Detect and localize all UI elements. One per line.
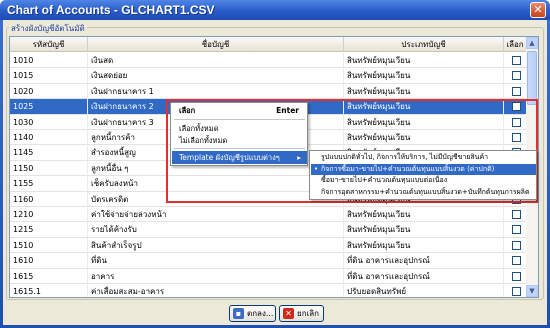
cell-code: 1215 bbox=[10, 222, 88, 238]
menu-separator bbox=[174, 148, 305, 149]
scroll-down-icon[interactable]: ▼ bbox=[526, 285, 538, 297]
x-icon: ✕ bbox=[283, 308, 294, 319]
cell-code: 1150 bbox=[10, 160, 88, 176]
cell-name: เงินสดย่อย bbox=[88, 68, 344, 84]
cell-code: 1210 bbox=[10, 207, 88, 222]
select-checkbox[interactable] bbox=[512, 256, 521, 266]
select-checkbox[interactable] bbox=[512, 71, 521, 81]
cell-code: 1140 bbox=[10, 130, 88, 145]
save-icon: ▪ bbox=[233, 308, 244, 319]
table-row[interactable]: 1610 ที่ดิน ที่ดิน อาคารและอุปกรณ์ bbox=[10, 253, 527, 269]
submenu-item-general[interactable]: รูปแบบปกติทั่วไป, กิจการให้บริการ, ไม่มี… bbox=[311, 152, 536, 164]
cell-code: 1615.1 bbox=[10, 284, 88, 297]
grid-header: รหัสบัญชี ชื่อบัญชี ประเภทบัญชี เลือก bbox=[10, 37, 527, 52]
select-checkbox[interactable] bbox=[512, 133, 521, 142]
cell-type: สินทรัพย์หมุนเวียน bbox=[344, 68, 504, 84]
cancel-button[interactable]: ✕ ยกเลิก bbox=[279, 305, 324, 322]
table-row[interactable]: 1010 เงินสด สินทรัพย์หมุนเวียน bbox=[10, 53, 527, 69]
title-bar[interactable]: Chart of Accounts - GLCHART1.CSV ✕ bbox=[0, 0, 550, 20]
table-row[interactable]: 1215 รายได้ค้างรับ สินทรัพย์หมุนเวียน bbox=[10, 222, 527, 238]
table-row[interactable]: 1510 สินค้าสำเร็จรูป สินทรัพย์หมุนเวียน bbox=[10, 237, 527, 254]
cell-code: 1510 bbox=[10, 237, 88, 253]
submenu-item-label: กิจการอุตสาหกรรม+คำนวณต้นทุนแบบสิ้นงวด+บ… bbox=[321, 187, 530, 196]
submenu-item-trading-periodic[interactable]: • กิจการซื้อมา-ขายไป+คำนวณต้นทุนแบบสิ้นง… bbox=[311, 163, 536, 175]
cell-name: สินค้าสำเร็จรูป bbox=[88, 237, 344, 253]
submenu-item-label: กิจการซื้อมา-ขายไป+คำนวณต้นทุนแบบสิ้นงวด… bbox=[321, 164, 495, 173]
checked-bullet-icon: • bbox=[314, 164, 319, 173]
window-title: Chart of Accounts - GLCHART1.CSV bbox=[7, 3, 215, 17]
menu-item-select[interactable]: เลือก Enter bbox=[172, 104, 307, 117]
table-row[interactable]: 1615 อาคาร ที่ดิน อาคารและอุปกรณ์ bbox=[10, 268, 527, 284]
select-checkbox[interactable] bbox=[512, 102, 521, 112]
cell-type: สินทรัพย์หมุนเวียน bbox=[344, 130, 504, 145]
context-menu: เลือก Enter เลือกทั้งหมด ไม่เลือกทั้งหมด… bbox=[170, 102, 308, 166]
cell-type: สินทรัพย์หมุนเวียน bbox=[344, 114, 504, 130]
header-select[interactable]: เลือก bbox=[504, 37, 527, 52]
submenu-item-trading-perpetual[interactable]: ซื้อมา-ขายไป+คำนวณต้นทุนแบบต่อเนื่อง bbox=[311, 175, 536, 187]
cancel-button-label: ยกเลิก bbox=[297, 309, 320, 318]
submenu-item-label: รูปแบบปกติทั่วไป, กิจการให้บริการ, ไม่มี… bbox=[321, 153, 489, 161]
cell-code: 1160 bbox=[10, 191, 88, 207]
cell-name: ค่าเสื่อมสะสม-อาคาร bbox=[88, 284, 344, 297]
submenu-arrow-icon: ▸ bbox=[297, 153, 301, 162]
cell-type: สินทรัพย์หมุนเวียน bbox=[344, 83, 504, 99]
ok-button-label: ตกลง... bbox=[247, 309, 274, 318]
cell-name: เงินสด bbox=[88, 53, 344, 68]
table-row[interactable]: 1020 เงินฝากธนาคาร 1 สินทรัพย์หมุนเวียน bbox=[10, 83, 527, 100]
close-icon: ✕ bbox=[533, 3, 543, 16]
cell-code: 1025 bbox=[10, 99, 88, 115]
cell-name: รายได้ค้างรับ bbox=[88, 222, 344, 238]
scroll-up-icon[interactable]: ▲ bbox=[526, 37, 538, 49]
cell-type: ที่ดิน อาคารและอุปกรณ์ bbox=[344, 268, 504, 284]
select-checkbox[interactable] bbox=[512, 225, 521, 235]
submenu-item-manufacturing[interactable]: กิจการอุตสาหกรรม+คำนวณต้นทุนแบบสิ้นงวด+บ… bbox=[311, 187, 536, 199]
cell-code: 1010 bbox=[10, 53, 88, 68]
cell-type: ที่ดิน อาคารและอุปกรณ์ bbox=[344, 253, 504, 269]
cell-code: 1155 bbox=[10, 176, 88, 192]
cell-code: 1020 bbox=[10, 83, 88, 99]
cell-code: 1615 bbox=[10, 268, 88, 284]
cell-name: บัตรเครดิต bbox=[88, 191, 344, 207]
cell-type: สินทรัพย์หมุนเวียน bbox=[344, 207, 504, 222]
cell-type: ปรับยอดสินทรัพย์ bbox=[344, 284, 504, 297]
header-code[interactable]: รหัสบัญชี bbox=[10, 37, 88, 52]
menu-separator bbox=[174, 119, 305, 120]
submenu-item-label: ซื้อมา-ขายไป+คำนวณต้นทุนแบบต่อเนื่อง bbox=[321, 176, 448, 184]
header-type[interactable]: ประเภทบัญชี bbox=[344, 37, 504, 52]
cell-code: 1145 bbox=[10, 145, 88, 161]
cell-code: 1015 bbox=[10, 68, 88, 84]
table-row[interactable]: 1615.1 ค่าเสื่อมสะสม-อาคาร ปรับยอดสินทรัพย… bbox=[10, 284, 527, 297]
close-button[interactable]: ✕ bbox=[530, 2, 546, 18]
menu-item-deselect-all[interactable]: ไม่เลือกทั้งหมด bbox=[172, 134, 307, 147]
select-checkbox[interactable] bbox=[512, 86, 521, 96]
header-name[interactable]: ชื่อบัญชี bbox=[88, 37, 344, 52]
cell-name: ที่ดิน bbox=[88, 253, 344, 269]
ok-button[interactable]: ▪ ตกลง... bbox=[229, 305, 276, 322]
menu-item-template-label: Template ผังบัญชีรูปแบบต่างๆ bbox=[179, 153, 280, 162]
scroll-thumb[interactable] bbox=[527, 51, 537, 105]
cell-code: 1610 bbox=[10, 253, 88, 269]
cell-code: 1030 bbox=[10, 114, 88, 130]
cell-name: เช็ครับลงหน้า bbox=[88, 176, 344, 192]
menu-item-select-shortcut: Enter bbox=[276, 106, 299, 115]
group-caption: สร้างผังบัญชีอัตโนมัติ bbox=[9, 22, 87, 35]
template-submenu: รูปแบบปกติทั่วไป, กิจการให้บริการ, ไม่มี… bbox=[309, 150, 537, 200]
select-checkbox[interactable] bbox=[512, 271, 521, 281]
select-checkbox[interactable] bbox=[512, 240, 521, 250]
select-checkbox[interactable] bbox=[512, 210, 521, 219]
cell-type: สินทรัพย์หมุนเวียน bbox=[344, 237, 504, 253]
cell-name: อาคาร bbox=[88, 268, 344, 284]
select-checkbox[interactable] bbox=[512, 287, 521, 296]
cell-name: เงินฝากธนาคาร 1 bbox=[88, 83, 344, 99]
cell-type: สินทรัพย์หมุนเวียน bbox=[344, 53, 504, 68]
cell-name: ค่าใช้จ่ายจ่ายล่วงหน้า bbox=[88, 207, 344, 222]
menu-item-select-label: เลือก bbox=[179, 106, 196, 115]
select-checkbox[interactable] bbox=[512, 56, 521, 65]
select-checkbox[interactable] bbox=[512, 117, 521, 127]
menu-item-template[interactable]: Template ผังบัญชีรูปแบบต่างๆ ▸ bbox=[172, 151, 307, 164]
cell-type: สินทรัพย์หมุนเวียน bbox=[344, 99, 504, 115]
table-row[interactable]: 1015 เงินสดย่อย สินทรัพย์หมุนเวียน bbox=[10, 68, 527, 84]
cell-type: สินทรัพย์หมุนเวียน bbox=[344, 222, 504, 238]
table-row[interactable]: 1210 ค่าใช้จ่ายจ่ายล่วงหน้า สินทรัพย์หมุนเ… bbox=[10, 207, 527, 223]
